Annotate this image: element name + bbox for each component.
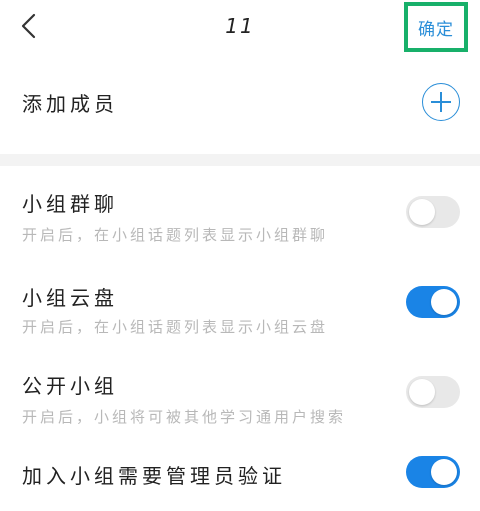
setting-title: 加入小组需要管理员验证 <box>22 464 286 488</box>
toggle-knob <box>409 199 435 225</box>
plus-circle-icon[interactable] <box>422 83 460 121</box>
toggle-knob <box>409 379 435 405</box>
setting-title: 小组云盘 <box>22 286 118 310</box>
toggle-knob <box>431 289 457 315</box>
admin-verify-toggle[interactable] <box>406 456 460 488</box>
setting-title: 小组群聊 <box>22 192 118 216</box>
setting-description: 开启后，小组将可被其他学习通用户搜索 <box>22 408 347 426</box>
confirm-button[interactable]: 确定 <box>404 2 468 52</box>
setting-row-group-chat: 小组群聊 开启后，在小组话题列表显示小组群聊 <box>0 166 480 262</box>
add-member-label: 添加成员 <box>22 92 118 116</box>
toggle-knob <box>431 459 457 485</box>
group-disk-toggle[interactable] <box>406 286 460 318</box>
section-divider <box>0 154 480 166</box>
public-group-toggle[interactable] <box>406 376 460 408</box>
setting-title: 公开小组 <box>22 374 118 398</box>
group-chat-toggle[interactable] <box>406 196 460 228</box>
setting-description: 开启后，在小组话题列表显示小组云盘 <box>22 318 329 336</box>
header-bar: 11 确定 <box>0 0 480 58</box>
setting-row-public-group: 公开小组 开启后，小组将可被其他学习通用户搜索 <box>0 354 480 446</box>
add-member-row[interactable]: 添加成员 <box>0 62 480 144</box>
setting-description: 开启后，在小组话题列表显示小组群聊 <box>22 226 329 244</box>
setting-row-admin-verify: 加入小组需要管理员验证 <box>0 446 480 511</box>
setting-row-group-disk: 小组云盘 开启后，在小组话题列表显示小组云盘 <box>0 262 480 354</box>
